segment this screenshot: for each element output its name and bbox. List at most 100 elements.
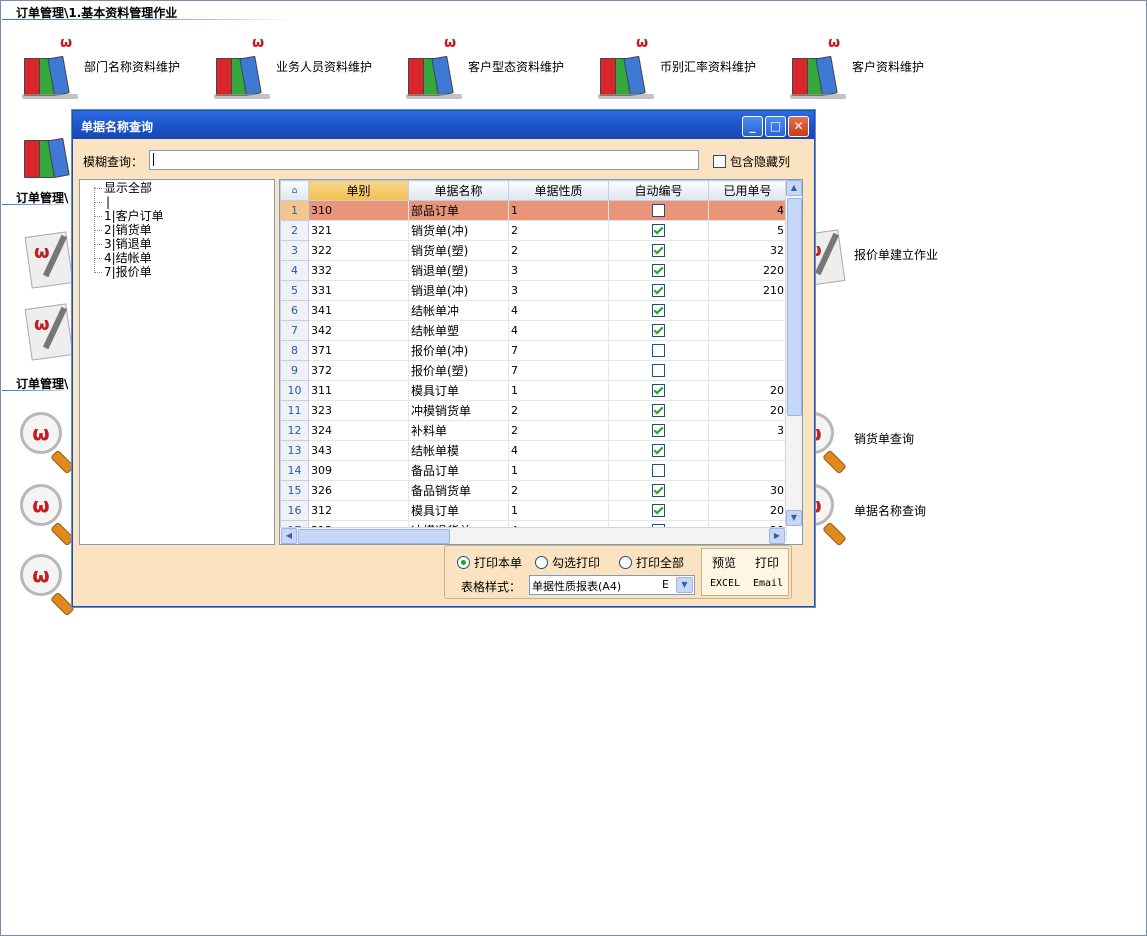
cell-code[interactable]: 311 <box>308 380 409 401</box>
auto-number-checkbox[interactable] <box>652 283 665 297</box>
cell-used-number[interactable] <box>708 340 787 361</box>
cell-auto-number[interactable] <box>608 380 709 401</box>
module-row1-1[interactable]: ω 业务人员资料维护 <box>210 36 400 100</box>
auto-number-checkbox[interactable] <box>652 343 665 357</box>
cell-name[interactable]: 销退单(冲) <box>408 280 509 301</box>
scroll-up-button[interactable]: ▲ <box>786 180 802 196</box>
cell-used-number[interactable]: 3 <box>708 420 787 441</box>
column-header-name[interactable]: 单据名称 <box>408 180 509 201</box>
cell-auto-number[interactable] <box>608 460 709 481</box>
cell-type[interactable]: 2 <box>508 220 609 241</box>
module-row1-4[interactable]: ω 客户资料维护 <box>786 36 976 100</box>
cell-type[interactable]: 7 <box>508 340 609 361</box>
cell-name[interactable]: 模具订单 <box>408 500 509 521</box>
cell-name[interactable]: 销退单(塑) <box>408 260 509 281</box>
cell-type[interactable]: 1 <box>508 500 609 521</box>
cell-auto-number[interactable] <box>608 500 709 521</box>
cell-type[interactable]: 4 <box>508 320 609 341</box>
column-header-auto-number[interactable]: 自动编号 <box>608 180 709 201</box>
cell-code[interactable]: 322 <box>308 240 409 261</box>
cell-type[interactable]: 2 <box>508 420 609 441</box>
cell-code[interactable]: 309 <box>308 460 409 481</box>
radio-print-checked[interactable]: 勾选打印 <box>535 554 600 571</box>
cell-code[interactable]: 324 <box>308 420 409 441</box>
cell-name[interactable]: 结帐单模 <box>408 440 509 461</box>
cell-auto-number[interactable] <box>608 320 709 341</box>
preview-button[interactable]: 预览 <box>712 554 736 571</box>
cell-type[interactable]: 3 <box>508 260 609 281</box>
auto-number-checkbox[interactable] <box>652 463 665 477</box>
grid-corner-header[interactable]: ⌂ <box>280 180 309 201</box>
cell-used-number[interactable] <box>708 300 787 321</box>
cell-used-number[interactable]: 30 <box>708 480 787 501</box>
cell-auto-number[interactable] <box>608 220 709 241</box>
tree-node-item[interactable]: 2|销货单 <box>104 223 152 237</box>
cell-used-number[interactable]: 32 <box>708 240 787 261</box>
table-row[interactable]: 13 343 结帐单模 4 <box>280 440 787 461</box>
cell-auto-number[interactable] <box>608 440 709 461</box>
print-button[interactable]: 打印 <box>755 554 779 571</box>
auto-number-checkbox[interactable] <box>652 443 665 457</box>
chevron-down-icon[interactable]: ▼ <box>676 577 693 593</box>
auto-number-checkbox[interactable] <box>652 223 665 237</box>
auto-number-checkbox[interactable] <box>652 243 665 257</box>
cell-auto-number[interactable] <box>608 240 709 261</box>
cell-auto-number[interactable] <box>608 260 709 281</box>
cell-code[interactable]: 341 <box>308 300 409 321</box>
cell-used-number[interactable]: 20 <box>708 500 787 521</box>
cell-used-number[interactable] <box>708 320 787 341</box>
cell-code[interactable]: 310 <box>308 200 409 221</box>
cell-code[interactable]: 372 <box>308 360 409 381</box>
tree-node-item[interactable]: 3|销退单 <box>104 237 152 251</box>
auto-number-checkbox[interactable] <box>652 363 665 377</box>
table-row[interactable]: 16 312 模具订单 1 20 <box>280 500 787 521</box>
table-row[interactable]: 14 309 备品订单 1 <box>280 460 787 481</box>
table-row[interactable]: 6 341 结帐单冲 4 <box>280 300 787 321</box>
cell-auto-number[interactable] <box>608 480 709 501</box>
cell-auto-number[interactable] <box>608 200 709 221</box>
cell-name[interactable]: 冲模销货单 <box>408 400 509 421</box>
cell-auto-number[interactable] <box>608 420 709 441</box>
fuzzy-query-input[interactable] <box>149 150 699 170</box>
table-row[interactable]: 7 342 结帐单塑 4 <box>280 320 787 341</box>
table-row[interactable]: 11 323 冲模销货单 2 20 <box>280 400 787 421</box>
cell-name[interactable]: 补料单 <box>408 420 509 441</box>
maximize-button[interactable]: □ <box>765 116 786 137</box>
scroll-thumb[interactable] <box>298 529 450 544</box>
auto-number-checkbox[interactable] <box>652 303 665 317</box>
tree-node-item[interactable]: 7|报价单 <box>104 265 152 279</box>
cell-type[interactable]: 1 <box>508 460 609 481</box>
cell-code[interactable]: 332 <box>308 260 409 281</box>
cell-used-number[interactable]: 220 <box>708 260 787 281</box>
cell-code[interactable]: 343 <box>308 440 409 461</box>
email-button[interactable]: Email <box>753 578 783 589</box>
cell-name[interactable]: 结帐单塑 <box>408 320 509 341</box>
cell-auto-number[interactable] <box>608 360 709 381</box>
cell-auto-number[interactable] <box>608 400 709 421</box>
grid-vertical-scrollbar[interactable]: ▲ ▼ <box>785 180 802 526</box>
cell-type[interactable]: 2 <box>508 240 609 261</box>
cell-code[interactable]: 371 <box>308 340 409 361</box>
module-row1-0[interactable]: ω 部门名称资料维护 <box>18 36 208 100</box>
grid-horizontal-scrollbar[interactable]: ◀ ▶ <box>280 527 786 544</box>
cell-code[interactable]: 326 <box>308 480 409 501</box>
cell-name[interactable]: 报价单(塑) <box>408 360 509 381</box>
auto-number-checkbox[interactable] <box>652 403 665 417</box>
cell-name[interactable]: 模具订单 <box>408 380 509 401</box>
table-row[interactable]: 5 331 销退单(冲) 3 210 <box>280 280 787 301</box>
module-row1-2[interactable]: ω 客户型态资料维护 <box>402 36 592 100</box>
table-row[interactable]: 4 332 销退单(塑) 3 220 <box>280 260 787 281</box>
auto-number-checkbox[interactable] <box>652 483 665 497</box>
scroll-down-button[interactable]: ▼ <box>786 510 802 526</box>
auto-number-checkbox[interactable] <box>652 383 665 397</box>
auto-number-checkbox[interactable] <box>652 503 665 517</box>
cell-name[interactable]: 备品订单 <box>408 460 509 481</box>
cell-type[interactable]: 1 <box>508 200 609 221</box>
tree-node-root[interactable]: 显示全部 <box>104 181 152 195</box>
cell-used-number[interactable] <box>708 360 787 381</box>
cell-used-number[interactable]: 20 <box>708 400 787 421</box>
tree-node-item[interactable]: 4|结帐单 <box>104 251 152 265</box>
cell-used-number[interactable]: 210 <box>708 280 787 301</box>
table-row[interactable]: 10 311 模具订单 1 20 <box>280 380 787 401</box>
auto-number-checkbox[interactable] <box>652 263 665 277</box>
